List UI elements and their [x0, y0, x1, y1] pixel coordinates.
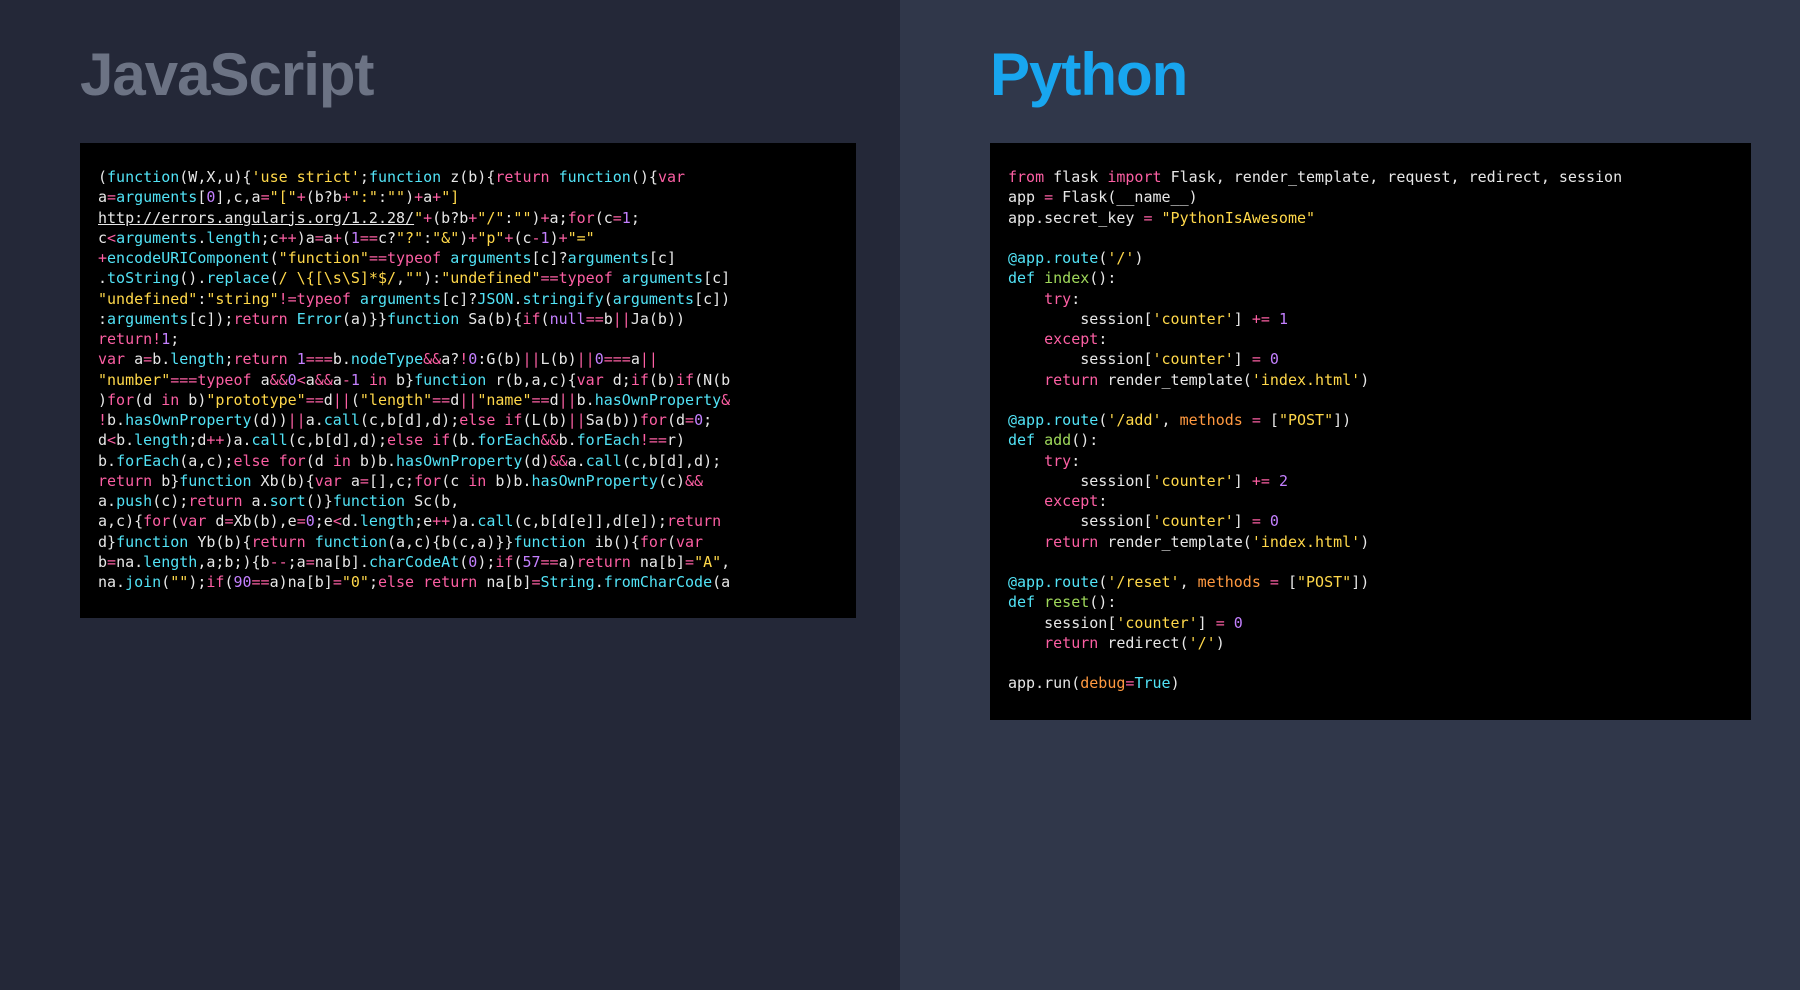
right-panel: Python from flask import Flask, render_t…: [900, 0, 1800, 990]
left-panel: JavaScript (function(W,X,u){'use strict'…: [0, 0, 900, 990]
python-code-block: from flask import Flask, render_template…: [990, 143, 1751, 720]
python-heading: Python: [990, 40, 1760, 109]
javascript-heading: JavaScript: [80, 40, 860, 109]
javascript-code-block: (function(W,X,u){'use strict';function z…: [80, 143, 856, 618]
slide-stage: JavaScript (function(W,X,u){'use strict'…: [0, 0, 1800, 990]
